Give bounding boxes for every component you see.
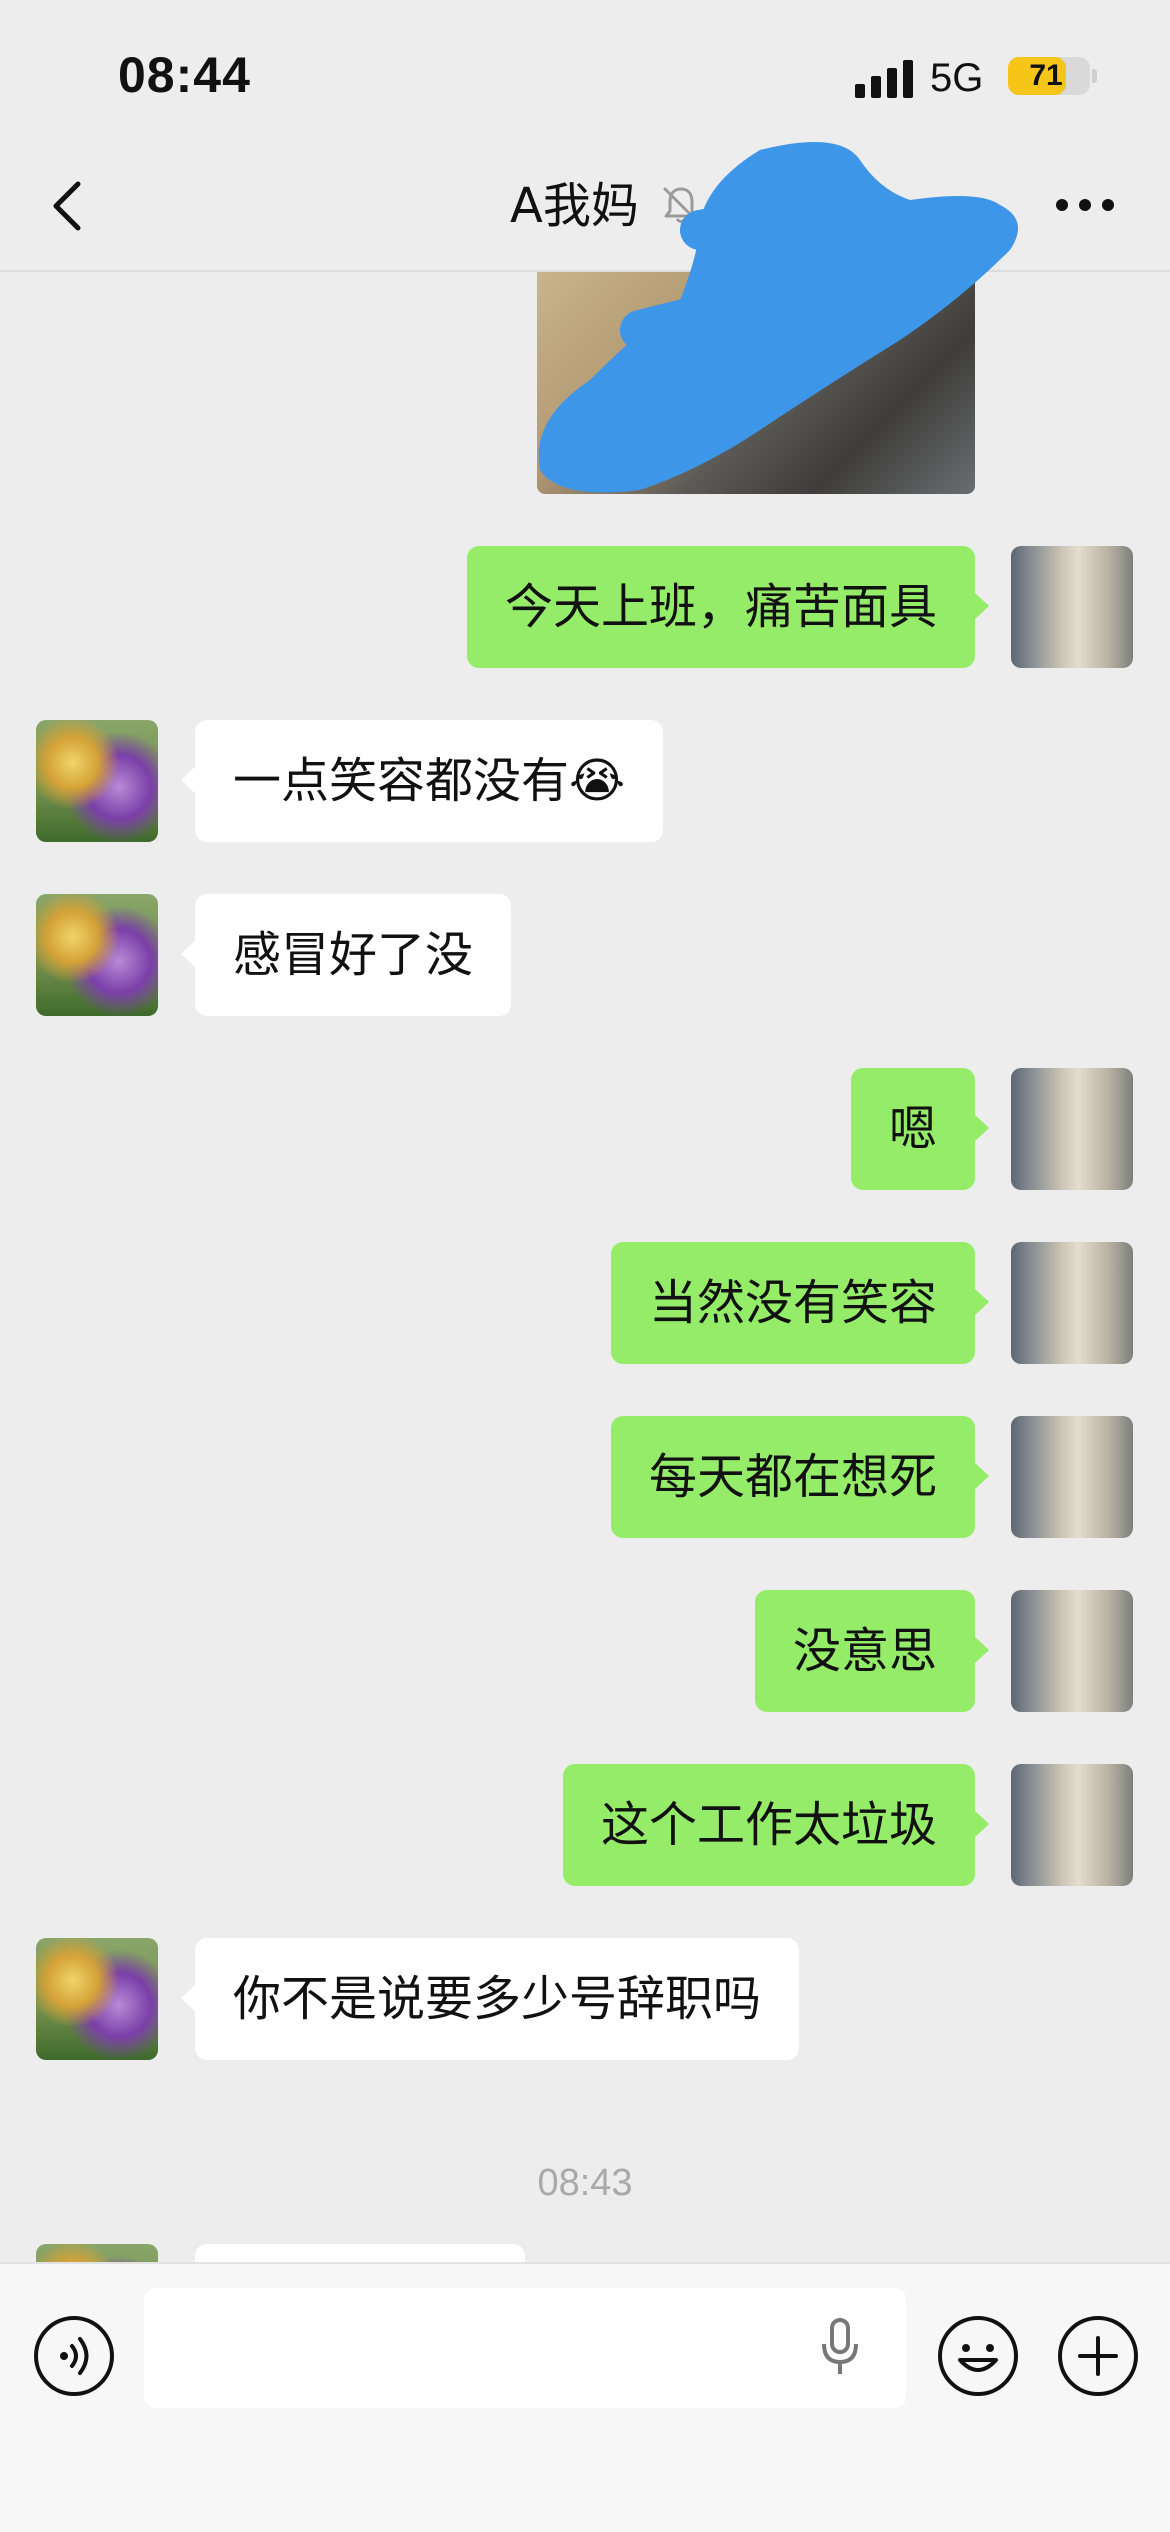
emoji-icon bbox=[938, 2316, 1018, 2396]
chat-header: A我妈 bbox=[0, 150, 1170, 272]
signal-icon bbox=[855, 60, 915, 98]
status-time: 08:44 bbox=[118, 47, 251, 103]
sent-message-bubble[interactable]: 这个工作太垃圾 bbox=[562, 1764, 990, 1886]
sent-message-bubble[interactable]: 每天都在想死 bbox=[610, 1416, 990, 1538]
voice-button[interactable] bbox=[32, 2314, 116, 2398]
message-input[interactable] bbox=[144, 2288, 906, 2408]
sent-message-bubble[interactable]: 当然没有笑容 bbox=[610, 1242, 990, 1364]
received-message-bubble[interactable]: 你不是说要多少号辞职吗 bbox=[180, 1938, 800, 2060]
input-bar bbox=[0, 2262, 1170, 2532]
received-message-bubble[interactable]: 感冒好了没 bbox=[180, 894, 512, 1016]
my-avatar[interactable] bbox=[1011, 1764, 1133, 1886]
message-list[interactable]: 今天上班，痛苦面具一点笑容都没有😭 感冒好了没嗯当然没有笑容 每天都在想死没意思这个… bbox=[0, 272, 1170, 2262]
message-timestamp: 08:43 bbox=[537, 2162, 633, 2204]
voice-icon bbox=[34, 2316, 114, 2396]
microphone-icon[interactable] bbox=[820, 2316, 860, 2380]
contact-avatar[interactable] bbox=[36, 2244, 158, 2262]
back-button[interactable] bbox=[40, 176, 100, 236]
plus-button[interactable] bbox=[1056, 2314, 1140, 2398]
my-avatar[interactable] bbox=[1011, 1590, 1133, 1712]
image-message[interactable] bbox=[537, 272, 975, 494]
sent-message-bubble[interactable]: 嗯 bbox=[850, 1068, 990, 1190]
plus-icon bbox=[1058, 2316, 1138, 2396]
my-avatar[interactable] bbox=[1011, 546, 1133, 668]
battery-percent: 71 bbox=[1029, 59, 1063, 92]
received-message-bubble[interactable]: 一点笑容都没有😭 bbox=[180, 720, 664, 842]
sent-message-bubble[interactable]: 今天上班，痛苦面具 bbox=[466, 546, 990, 668]
chat-title[interactable]: A我妈 bbox=[510, 176, 639, 236]
battery-tip bbox=[1092, 69, 1097, 83]
more-button[interactable] bbox=[1050, 180, 1120, 230]
status-bar: 08:44 5G 71 bbox=[0, 0, 1170, 150]
my-avatar[interactable] bbox=[1011, 1242, 1133, 1364]
my-avatar[interactable] bbox=[1011, 1068, 1133, 1190]
contact-avatar[interactable] bbox=[36, 1938, 158, 2060]
contact-avatar[interactable] bbox=[36, 894, 158, 1016]
network-type: 5G bbox=[930, 56, 984, 100]
emoji-button[interactable] bbox=[936, 2314, 1020, 2398]
sent-message-bubble[interactable]: 没意思 bbox=[754, 1590, 990, 1712]
my-avatar[interactable] bbox=[1011, 1416, 1133, 1538]
battery-icon: 71 bbox=[1008, 57, 1090, 95]
ellipsis-icon bbox=[1056, 199, 1114, 211]
received-message-bubble[interactable] bbox=[195, 2244, 525, 2262]
contact-avatar[interactable] bbox=[36, 720, 158, 842]
bell-slash-icon bbox=[660, 184, 702, 226]
chevron-left-icon bbox=[53, 181, 81, 231]
